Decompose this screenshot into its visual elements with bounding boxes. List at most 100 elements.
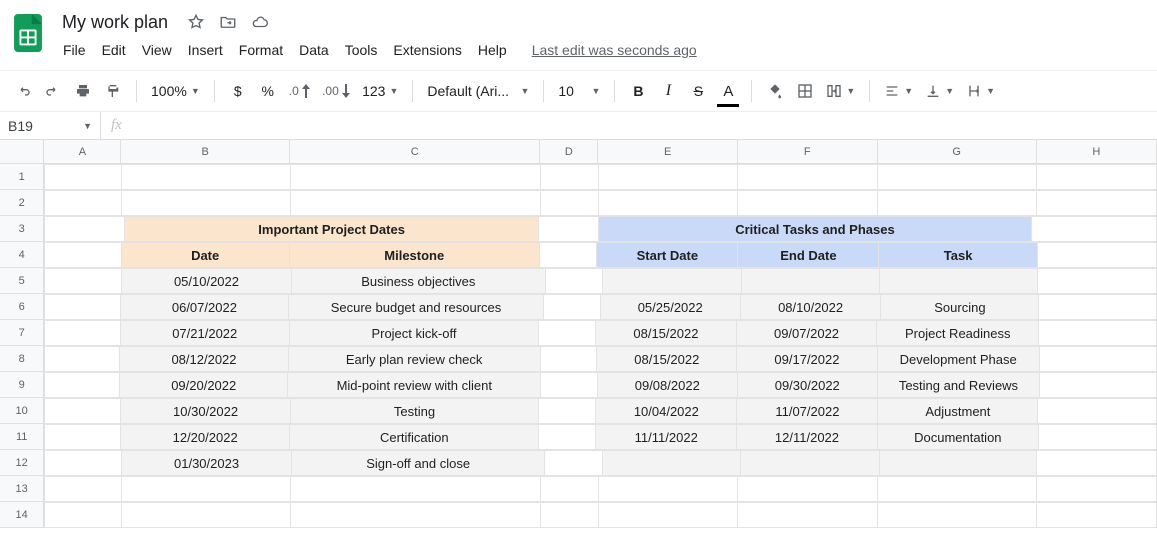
name-box[interactable]: B19▼ (0, 118, 100, 134)
row-header-2[interactable]: 2 (0, 190, 44, 216)
row-header-4[interactable]: 4 (0, 242, 44, 268)
cell-E9[interactable]: 09/08/2022 (597, 373, 737, 398)
cell-H4[interactable] (1037, 243, 1156, 268)
cell-A14[interactable] (45, 503, 122, 528)
cell-B2[interactable] (122, 191, 290, 216)
menu-format[interactable]: Format (232, 38, 290, 62)
cell-A2[interactable] (45, 191, 122, 216)
zoom-dropdown[interactable]: 100%▼ (147, 77, 204, 105)
cell-G2[interactable] (877, 191, 1036, 216)
cell-F7[interactable]: 09/07/2022 (736, 321, 877, 346)
cell-D8[interactable] (540, 347, 597, 372)
column-header-B[interactable]: B (121, 140, 290, 164)
select-all-corner[interactable] (0, 140, 44, 164)
cell-A13[interactable] (45, 477, 122, 502)
row-header-10[interactable]: 10 (0, 398, 44, 424)
strikethrough-button[interactable]: S (685, 77, 711, 105)
cell-H5[interactable] (1037, 269, 1157, 294)
cell-A9[interactable] (45, 373, 120, 398)
cell-F11[interactable]: 12/11/2022 (737, 425, 878, 450)
bold-button[interactable]: B (625, 77, 651, 105)
cell-C10[interactable]: Testing (290, 399, 538, 424)
last-edit-link[interactable]: Last edit was seconds ago (532, 42, 697, 58)
cell-D12[interactable] (545, 451, 603, 476)
formula-input[interactable] (132, 112, 1157, 139)
horizontal-align-button[interactable]: ▼ (880, 77, 917, 105)
fill-color-button[interactable] (762, 77, 788, 105)
cell-E14[interactable] (598, 503, 738, 528)
cell-B12[interactable]: 01/30/2023 (121, 451, 291, 476)
cell-H11[interactable] (1038, 425, 1156, 450)
cell-G14[interactable] (877, 503, 1036, 528)
row-header-12[interactable]: 12 (0, 450, 44, 476)
cell-A7[interactable] (45, 321, 121, 346)
row-header-5[interactable]: 5 (0, 268, 44, 294)
cell-F1[interactable] (738, 165, 878, 190)
cell-E3[interactable]: Critical Tasks and Phases (598, 217, 1031, 242)
cell-B10[interactable]: 10/30/2022 (121, 399, 290, 424)
cell-B3[interactable]: Important Project Dates (125, 217, 539, 242)
cell-D5[interactable] (545, 269, 603, 294)
cell-A4[interactable] (45, 243, 121, 268)
cell-D10[interactable] (539, 399, 596, 424)
increase-decimal-button[interactable]: .00 (318, 77, 354, 105)
cell-C4[interactable]: Milestone (289, 243, 539, 268)
cell-E12[interactable] (602, 451, 741, 476)
cell-D13[interactable] (540, 477, 598, 502)
cell-D14[interactable] (540, 503, 598, 528)
cell-D9[interactable] (541, 373, 597, 398)
cell-G12[interactable] (879, 451, 1037, 476)
cell-G8[interactable]: Development Phase (877, 347, 1039, 372)
star-icon[interactable] (186, 12, 206, 32)
cell-E10[interactable]: 10/04/2022 (596, 399, 737, 424)
cell-A12[interactable] (45, 451, 122, 476)
font-dropdown[interactable]: Default (Ari...▼ (423, 77, 533, 105)
menu-tools[interactable]: Tools (338, 38, 385, 62)
cell-B9[interactable]: 09/20/2022 (120, 373, 288, 398)
cell-F8[interactable]: 09/17/2022 (737, 347, 877, 372)
row-header-9[interactable]: 9 (0, 372, 44, 398)
cell-A11[interactable] (45, 425, 121, 450)
cell-G4[interactable]: Task (879, 243, 1037, 268)
cell-D6[interactable] (543, 295, 600, 320)
menu-edit[interactable]: Edit (95, 38, 133, 62)
menu-view[interactable]: View (135, 38, 179, 62)
row-header-11[interactable]: 11 (0, 424, 44, 450)
row-header-7[interactable]: 7 (0, 320, 44, 346)
cell-C6[interactable]: Secure budget and resources (289, 295, 544, 320)
cell-C13[interactable] (290, 477, 540, 502)
cell-B6[interactable]: 06/07/2022 (120, 295, 288, 320)
column-header-D[interactable]: D (540, 140, 598, 164)
cell-C9[interactable]: Mid-point review with client (288, 373, 541, 398)
cell-F5[interactable] (741, 269, 879, 294)
cell-F2[interactable] (738, 191, 878, 216)
cell-A6[interactable] (45, 295, 120, 320)
row-header-8[interactable]: 8 (0, 346, 44, 372)
cell-H1[interactable] (1036, 165, 1156, 190)
cell-G7[interactable]: Project Readiness (877, 321, 1039, 346)
cell-G6[interactable]: Sourcing (881, 295, 1039, 320)
cell-H10[interactable] (1038, 399, 1157, 424)
cell-H7[interactable] (1039, 321, 1157, 346)
column-header-G[interactable]: G (878, 140, 1037, 164)
cell-C2[interactable] (290, 191, 540, 216)
cell-B13[interactable] (122, 477, 290, 502)
cell-E4[interactable]: Start Date (597, 243, 738, 268)
cell-G13[interactable] (877, 477, 1036, 502)
cell-D1[interactable] (540, 165, 598, 190)
cell-B1[interactable] (122, 165, 290, 190)
cell-H2[interactable] (1036, 191, 1156, 216)
cell-H6[interactable] (1039, 295, 1157, 320)
cell-H3[interactable] (1032, 217, 1157, 242)
column-header-A[interactable]: A (44, 140, 121, 164)
cell-D7[interactable] (539, 321, 596, 346)
cell-E8[interactable]: 08/15/2022 (597, 347, 737, 372)
column-header-E[interactable]: E (598, 140, 738, 164)
cell-H12[interactable] (1037, 451, 1157, 476)
cell-B7[interactable]: 07/21/2022 (120, 321, 289, 346)
cell-A5[interactable] (45, 269, 122, 294)
cell-F12[interactable] (741, 451, 880, 476)
row-header-3[interactable]: 3 (0, 216, 44, 242)
cell-C8[interactable]: Early plan review check (288, 347, 540, 372)
cell-C12[interactable]: Sign-off and close (292, 451, 545, 476)
